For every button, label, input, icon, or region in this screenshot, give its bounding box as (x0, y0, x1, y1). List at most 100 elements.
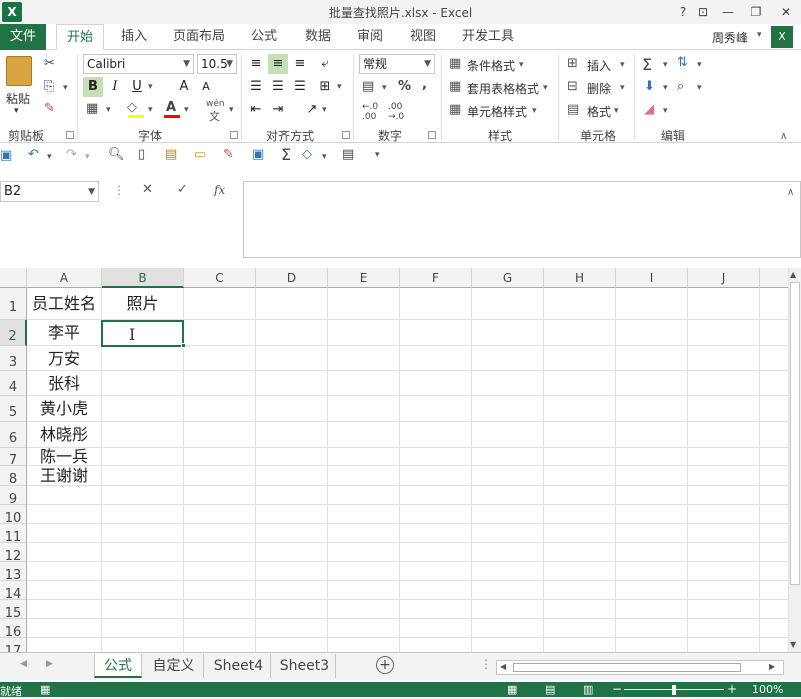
cell[interactable] (760, 320, 788, 346)
cell[interactable] (760, 543, 788, 562)
cell[interactable] (328, 619, 400, 638)
cell[interactable] (400, 448, 472, 466)
cell[interactable] (544, 466, 616, 486)
align-top-icon[interactable]: ≡ (246, 54, 266, 74)
undo-icon[interactable]: ↶ (28, 147, 39, 162)
cell[interactable] (184, 422, 256, 448)
name-box[interactable]: B2 ▼ (0, 181, 99, 202)
cell[interactable]: 陈一兵 (27, 448, 102, 466)
cell[interactable] (256, 448, 328, 466)
column-header[interactable]: J (688, 268, 760, 288)
find-select-icon[interactable]: ⌕ (677, 79, 684, 94)
currency-dropdown-icon[interactable]: ▾ (382, 83, 387, 93)
cell[interactable] (472, 581, 544, 600)
tab-page-layout[interactable]: 页面布局 (168, 24, 230, 50)
macro-record-icon[interactable]: ▦ (40, 683, 50, 696)
cell[interactable] (544, 562, 616, 581)
cell[interactable] (760, 505, 788, 524)
select-all-corner[interactable] (0, 268, 27, 288)
confirm-entry-icon[interactable]: ✓ (177, 182, 188, 197)
orientation-dropdown-icon[interactable]: ▾ (322, 105, 327, 115)
column-header[interactable]: F (400, 268, 472, 288)
cell[interactable] (184, 638, 256, 652)
tab-sheet[interactable]: 自定义 (144, 654, 204, 678)
cell[interactable] (688, 543, 760, 562)
ribbon-display-icon[interactable]: ⊡ (693, 3, 713, 21)
cell[interactable] (688, 422, 760, 448)
cell[interactable] (27, 619, 102, 638)
format-dropdown-icon[interactable]: ▾ (614, 106, 619, 116)
tab-data[interactable]: 数据 (294, 24, 342, 50)
row-header[interactable]: 4 (0, 371, 27, 396)
cell[interactable] (256, 320, 328, 346)
cell[interactable] (616, 466, 688, 486)
increase-decimal-icon[interactable]: ←.0.00 (362, 102, 378, 122)
align-right-icon[interactable]: ☰ (290, 77, 310, 97)
cell[interactable] (184, 371, 256, 396)
zoom-in-button[interactable]: + (727, 682, 737, 696)
cell[interactable] (102, 524, 184, 543)
spreadsheet-grid[interactable]: A B C D E F G H I J 1 员工姓名 照片 2 李平 3 万安 4 张科 5 黄小虎 6 林晓彤 7 陈一兵 8 王… (0, 268, 788, 652)
cell[interactable] (472, 562, 544, 581)
cell[interactable] (184, 581, 256, 600)
row-header[interactable]: 6 (0, 422, 27, 448)
phonetic-dropdown-icon[interactable]: ▾ (229, 105, 234, 115)
cell[interactable] (544, 619, 616, 638)
cell[interactable] (102, 396, 184, 422)
cell[interactable] (328, 346, 400, 371)
cell[interactable] (328, 422, 400, 448)
cell[interactable] (616, 486, 688, 505)
font-launcher-icon[interactable] (230, 131, 238, 139)
cell[interactable] (400, 346, 472, 371)
number-format-combo[interactable]: 常规 ▼ (359, 54, 435, 74)
currency-icon[interactable]: ▤ (362, 79, 374, 94)
copy-icon[interactable]: ⎘ (44, 79, 54, 94)
cell[interactable] (400, 543, 472, 562)
column-header[interactable]: E (328, 268, 400, 288)
form-icon[interactable]: ▤ (342, 147, 354, 162)
fill-icon[interactable]: ⬇ (644, 79, 655, 94)
close-button[interactable]: ✕ (776, 3, 796, 21)
autosum-icon[interactable]: Σ (642, 55, 652, 74)
cell[interactable] (27, 543, 102, 562)
tab-developer[interactable]: 开发工具 (455, 24, 521, 50)
wrap-text-icon[interactable]: ⤶ (315, 54, 335, 74)
cell[interactable] (472, 396, 544, 422)
cell[interactable] (400, 638, 472, 652)
cell[interactable] (616, 581, 688, 600)
cell[interactable] (184, 562, 256, 581)
customize-qat-icon[interactable]: ▾ (375, 150, 380, 160)
cell[interactable] (328, 288, 400, 320)
page-layout-view-icon[interactable]: ▤ (545, 683, 555, 696)
cell[interactable] (102, 346, 184, 371)
decrease-indent-icon[interactable]: ⇤ (246, 100, 266, 120)
cell[interactable] (544, 600, 616, 619)
cell[interactable] (328, 600, 400, 619)
tab-sheet[interactable]: Sheet3 (274, 654, 336, 678)
vertical-scrollbar[interactable]: ▲ ▼ (788, 268, 801, 652)
row-header[interactable]: 2 (0, 320, 27, 346)
cell[interactable] (256, 346, 328, 371)
fill-dropdown-icon[interactable]: ▾ (663, 83, 668, 93)
cell[interactable] (544, 346, 616, 371)
clipboard-launcher-icon[interactable] (66, 131, 74, 139)
cell[interactable] (616, 346, 688, 371)
cell[interactable] (760, 466, 788, 486)
cell[interactable] (102, 638, 184, 652)
cell[interactable] (328, 396, 400, 422)
cell[interactable] (760, 396, 788, 422)
cell[interactable] (400, 371, 472, 396)
cell[interactable] (472, 600, 544, 619)
cell[interactable]: 黄小虎 (27, 396, 102, 422)
cell[interactable] (102, 371, 184, 396)
bold-button[interactable]: B (83, 77, 103, 97)
column-header[interactable]: C (184, 268, 256, 288)
cell[interactable] (472, 466, 544, 486)
vertical-scroll-thumb[interactable] (790, 282, 800, 585)
cell[interactable]: 员工姓名 (27, 288, 102, 320)
font-color-dropdown-icon[interactable]: ▾ (184, 105, 189, 115)
minimize-button[interactable]: — (718, 3, 738, 21)
column-header[interactable]: B (102, 268, 184, 288)
horizontal-scroll-thumb[interactable] (513, 663, 741, 672)
cell[interactable] (102, 543, 184, 562)
